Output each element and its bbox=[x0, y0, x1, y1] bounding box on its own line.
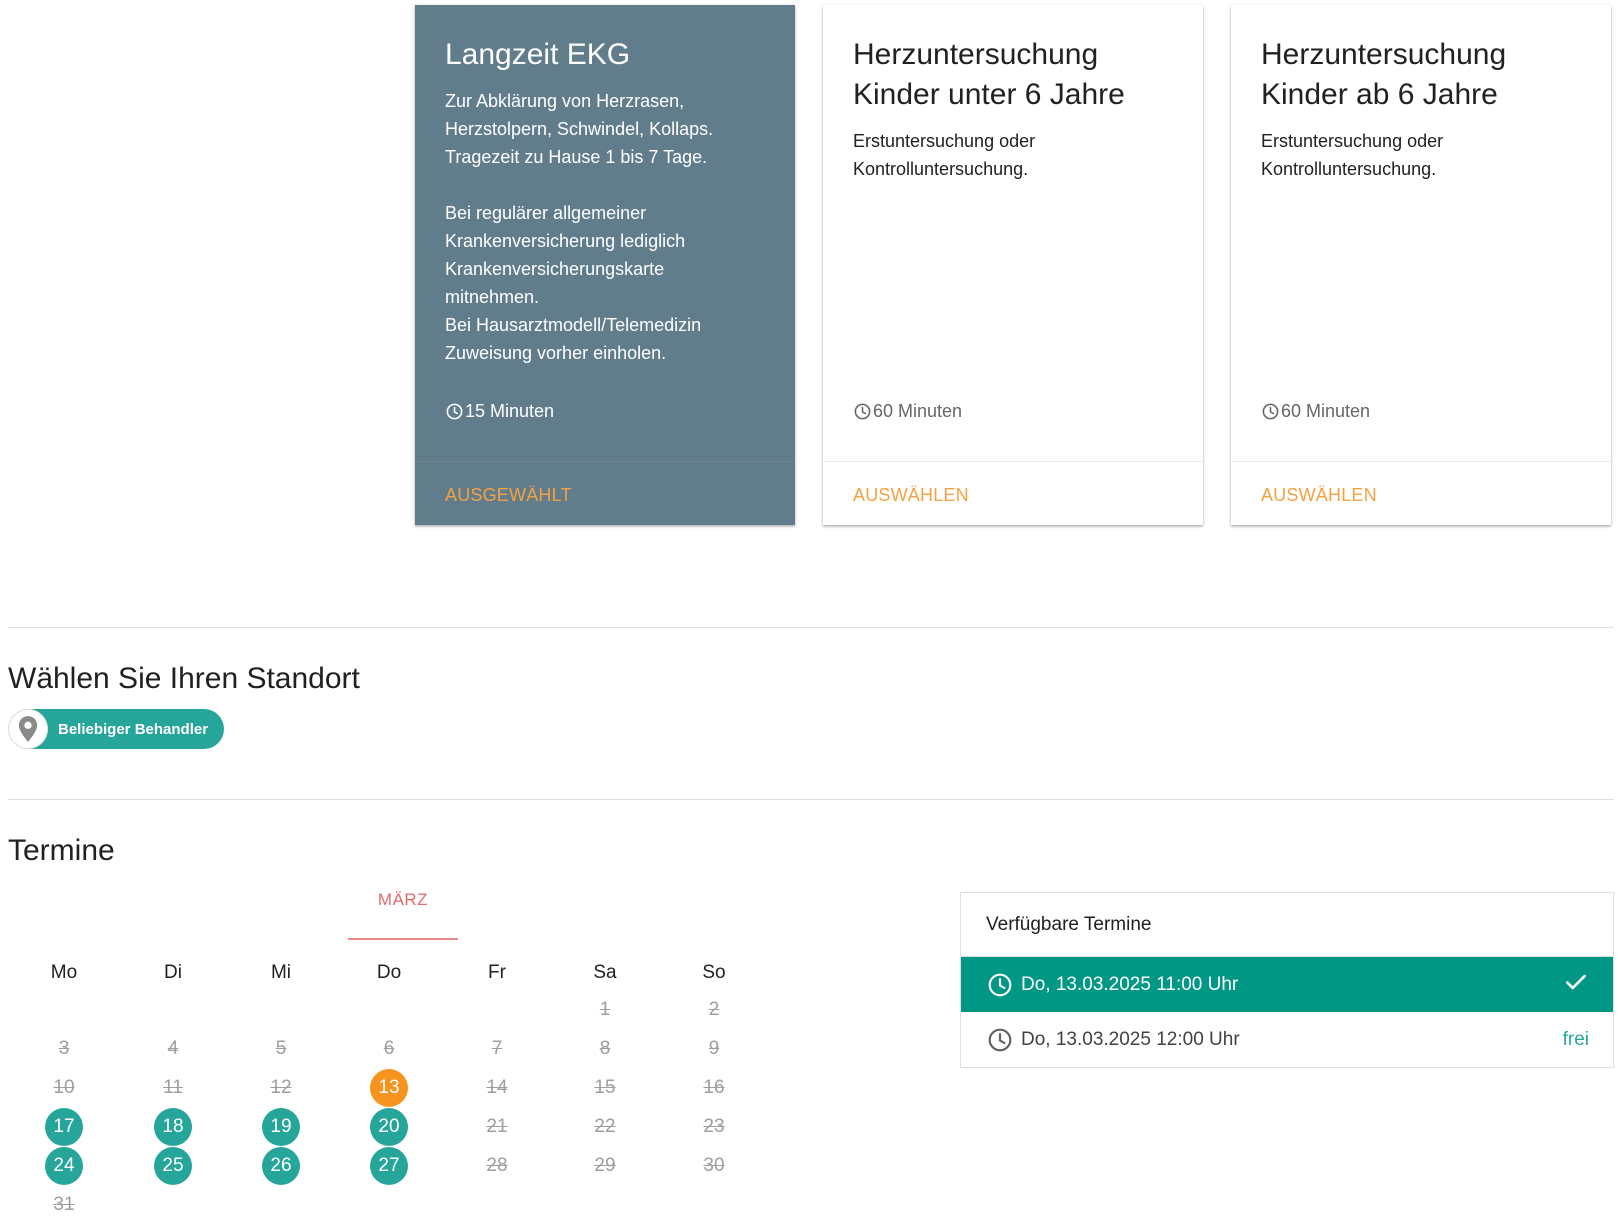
weekday-label: Do bbox=[376, 962, 402, 983]
card-duration-text: 15 Minuten bbox=[465, 401, 555, 421]
service-card-kinder-ab-6[interactable]: Herzuntersuchung Kinder ab 6 Jahre Erstu… bbox=[1231, 5, 1611, 525]
month-tab[interactable]: MÄRZ bbox=[348, 890, 458, 910]
section-divider bbox=[8, 799, 1614, 800]
calendar-day-available[interactable]: 27 bbox=[370, 1147, 408, 1185]
slots-header: Verfügbare Termine bbox=[961, 893, 1613, 957]
calendar-day-unavailable: 3 bbox=[58, 1038, 70, 1059]
calendar-day-unavailable: 23 bbox=[703, 1116, 725, 1137]
card-title: Langzeit EKG bbox=[445, 35, 775, 75]
service-card-kinder-unter-6[interactable]: Herzuntersuchung Kinder unter 6 Jahre Er… bbox=[823, 5, 1203, 525]
card-title-line: Kinder unter 6 Jahre bbox=[853, 78, 1125, 111]
section-divider bbox=[8, 627, 1614, 628]
calendar-day-selected[interactable]: 13 bbox=[370, 1069, 408, 1107]
service-card-langzeit-ekg[interactable]: Langzeit EKG Zur Abklärung von Herzrasen… bbox=[415, 5, 795, 525]
card-duration: 60 Minuten bbox=[853, 401, 962, 422]
calendar-day-unavailable: 11 bbox=[163, 1077, 183, 1098]
calendar-day-available[interactable]: 25 bbox=[154, 1147, 192, 1185]
card-description: Erstuntersuchung oder Kontrolluntersuchu… bbox=[1261, 131, 1444, 179]
card-divider bbox=[415, 461, 795, 462]
card-duration: 15 Minuten bbox=[445, 401, 554, 422]
card-title-line: Herzuntersuchung bbox=[853, 38, 1099, 71]
check-icon bbox=[1563, 969, 1589, 1001]
weekday-label: Mi bbox=[270, 962, 292, 983]
clock-icon bbox=[1261, 402, 1280, 421]
weekday-label: Fr bbox=[488, 962, 506, 983]
select-button[interactable]: Auswählen bbox=[1261, 485, 1377, 506]
calendar-day-available[interactable]: 24 bbox=[45, 1147, 83, 1185]
calendar-day-unavailable: 16 bbox=[703, 1077, 725, 1098]
calendar-day-unavailable: 1 bbox=[599, 999, 611, 1020]
calendar-day-unavailable: 9 bbox=[708, 1038, 720, 1059]
clock-icon bbox=[987, 1027, 1013, 1053]
appointments-section-title: Termine bbox=[8, 834, 115, 867]
calendar-day-unavailable: 15 bbox=[594, 1077, 616, 1098]
card-title: Herzuntersuchung Kinder unter 6 Jahre bbox=[853, 35, 1183, 115]
calendar-day-available[interactable]: 20 bbox=[370, 1108, 408, 1146]
calendar: MÄRZ Mo Di Mi Do Fr Sa So 1 2 3 4 5 6 7 8 9 10 11 12 13 14 15… bbox=[8, 890, 768, 1220]
weekday-label: Mo bbox=[50, 962, 78, 983]
clock-icon bbox=[987, 972, 1013, 998]
card-body: Langzeit EKG Zur Abklärung von Herzrasen… bbox=[445, 35, 775, 367]
calendar-day-unavailable: 28 bbox=[486, 1155, 508, 1176]
calendar-day-unavailable: 30 bbox=[703, 1155, 725, 1176]
slot-label: Do, 13.03.2025 11:00 Uhr bbox=[1021, 973, 1239, 995]
slot-item[interactable]: Do, 13.03.2025 11:00 Uhr bbox=[961, 957, 1613, 1012]
card-duration-text: 60 Minuten bbox=[1281, 401, 1371, 421]
card-divider bbox=[823, 461, 1203, 462]
calendar-day-unavailable: 29 bbox=[594, 1155, 616, 1176]
slot-status: frei bbox=[1562, 1028, 1589, 1050]
calendar-day-unavailable: 8 bbox=[599, 1038, 611, 1059]
card-body: Herzuntersuchung Kinder ab 6 Jahre Erstu… bbox=[1261, 35, 1591, 183]
select-button[interactable]: Auswählen bbox=[853, 485, 969, 506]
slot-label: Do, 13.03.2025 12:00 Uhr bbox=[1021, 1028, 1240, 1050]
card-description: Erstuntersuchung oder Kontrolluntersuchu… bbox=[853, 131, 1036, 179]
calendar-day-available[interactable]: 26 bbox=[262, 1147, 300, 1185]
calendar-day-available[interactable]: 19 bbox=[262, 1108, 300, 1146]
calendar-day-unavailable: 2 bbox=[708, 999, 720, 1020]
calendar-day-unavailable: 14 bbox=[486, 1077, 508, 1098]
card-title-line: Herzuntersuchung bbox=[1261, 38, 1507, 71]
card-title-line: Kinder ab 6 Jahre bbox=[1261, 78, 1498, 111]
calendar-day-unavailable: 22 bbox=[594, 1116, 616, 1137]
weekday-label: Di bbox=[164, 962, 182, 983]
card-description: Zur Abklärung von Herzrasen, Herzstolper… bbox=[445, 91, 714, 363]
card-title: Herzuntersuchung Kinder ab 6 Jahre bbox=[1261, 35, 1591, 115]
calendar-day-unavailable: 12 bbox=[270, 1077, 292, 1098]
calendar-day-available[interactable]: 18 bbox=[154, 1108, 192, 1146]
available-slots-panel: Verfügbare Termine Do, 13.03.2025 11:00 … bbox=[960, 892, 1614, 1068]
location-chip-label: Beliebiger Behandler bbox=[58, 720, 209, 738]
card-divider bbox=[1231, 461, 1611, 462]
selected-button[interactable]: Ausgewählt bbox=[445, 485, 572, 506]
calendar-day-unavailable: 6 bbox=[383, 1038, 395, 1059]
calendar-day-unavailable: 10 bbox=[53, 1077, 75, 1098]
location-chip-any-provider[interactable]: Beliebiger Behandler bbox=[8, 709, 224, 749]
card-duration: 60 Minuten bbox=[1261, 401, 1370, 422]
weekday-label: So bbox=[702, 962, 726, 983]
slot-item[interactable]: Do, 13.03.2025 12:00 Uhr frei bbox=[961, 1012, 1613, 1067]
card-duration-text: 60 Minuten bbox=[873, 401, 963, 421]
card-body: Herzuntersuchung Kinder unter 6 Jahre Er… bbox=[853, 35, 1183, 183]
clock-icon bbox=[853, 402, 872, 421]
calendar-day-unavailable: 4 bbox=[167, 1038, 179, 1059]
clock-icon bbox=[445, 402, 464, 421]
location-section-title: Wählen Sie Ihren Standort bbox=[8, 662, 360, 695]
calendar-day-unavailable: 21 bbox=[486, 1116, 508, 1137]
weekday-label: Sa bbox=[593, 962, 617, 983]
month-tab-indicator bbox=[348, 938, 458, 940]
calendar-day-available[interactable]: 17 bbox=[45, 1108, 83, 1146]
calendar-day-unavailable: 5 bbox=[275, 1038, 287, 1059]
map-pin-icon bbox=[8, 709, 48, 749]
card-title-line: Langzeit EKG bbox=[445, 38, 631, 71]
calendar-day-unavailable: 31 bbox=[53, 1194, 75, 1215]
calendar-day-unavailable: 7 bbox=[491, 1038, 503, 1059]
